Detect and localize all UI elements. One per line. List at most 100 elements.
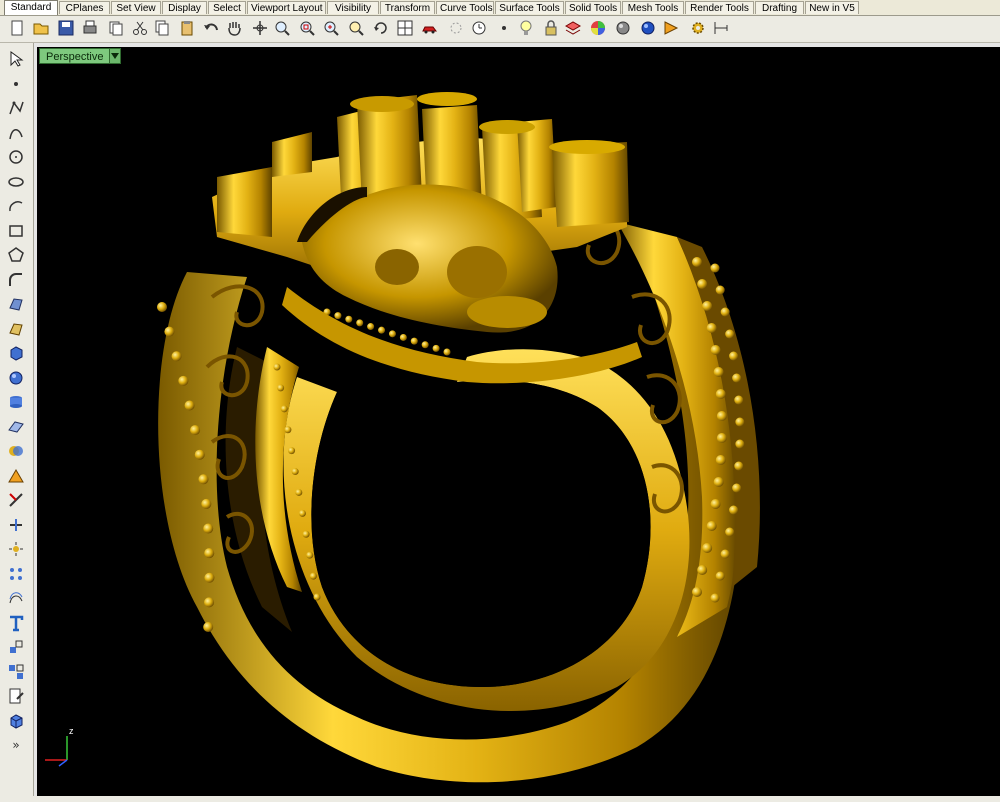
tab-viewport-layout[interactable]: Viewport Layout (247, 1, 326, 14)
trim-icon[interactable] (6, 490, 26, 510)
open-icon[interactable] (31, 18, 51, 38)
tab-curve-tools[interactable]: Curve Tools (436, 1, 494, 14)
curve-icon[interactable] (6, 123, 26, 143)
dimension-icon[interactable] (711, 18, 731, 38)
car-icon[interactable] (420, 18, 440, 38)
hide-icon[interactable] (446, 18, 466, 38)
surface-edit-icon[interactable] (6, 319, 26, 339)
tab-transform[interactable]: Transform (380, 1, 435, 14)
offset-icon[interactable] (6, 588, 26, 608)
tab-visibility[interactable]: Visibility (327, 1, 379, 14)
bead (692, 587, 702, 597)
tab-display[interactable]: Display (162, 1, 207, 14)
box-icon[interactable] (6, 343, 26, 363)
tab-new-in-v5[interactable]: New in V5 (805, 1, 859, 14)
plane-surface-icon[interactable] (6, 417, 26, 437)
bead (713, 367, 724, 377)
pan-hand-icon[interactable] (224, 18, 244, 38)
polygon-icon[interactable] (6, 245, 26, 265)
gear-icon[interactable] (688, 18, 708, 38)
more-icon[interactable]: » (6, 735, 26, 755)
zoom-icon[interactable] (272, 18, 292, 38)
clock-icon[interactable] (469, 18, 489, 38)
move-view-icon[interactable] (250, 18, 270, 38)
rectangle-icon[interactable] (6, 221, 26, 241)
zoom-extents-icon[interactable] (321, 18, 341, 38)
array-icon[interactable] (6, 564, 26, 584)
bead (273, 363, 281, 371)
zoom-selected-icon[interactable] (346, 18, 366, 38)
bead (190, 425, 201, 436)
ring-model[interactable] (37, 47, 1000, 796)
split-icon[interactable] (6, 515, 26, 535)
tab-set-view[interactable]: Set View (111, 1, 161, 14)
bead (184, 400, 195, 411)
bead (725, 329, 735, 339)
four-viewports-icon[interactable] (395, 18, 415, 38)
analysis-icon[interactable] (661, 18, 681, 38)
block-icon[interactable] (6, 711, 26, 731)
tab-render-tools[interactable]: Render Tools (685, 1, 754, 14)
save-icon[interactable] (56, 18, 76, 38)
standard-toolbar (0, 16, 1000, 43)
tab-select[interactable]: Select (208, 1, 246, 14)
properties-icon[interactable] (6, 686, 26, 706)
fillet-icon[interactable] (6, 270, 26, 290)
snap-icon[interactable] (6, 466, 26, 486)
surface-icon[interactable] (6, 294, 26, 314)
sphere-blue-icon[interactable] (638, 18, 658, 38)
explode-icon[interactable] (6, 539, 26, 559)
viewport-title[interactable]: Perspective (39, 48, 122, 64)
copy-file-icon[interactable] (106, 18, 126, 38)
bead (710, 499, 721, 509)
select-arrow-icon[interactable] (6, 49, 26, 69)
bead (734, 395, 744, 405)
undo-icon[interactable] (201, 18, 221, 38)
ellipse-icon[interactable] (6, 172, 26, 192)
bead (399, 333, 407, 341)
viewport-menu-chevron-icon[interactable] (110, 48, 122, 64)
polyline-icon[interactable] (6, 98, 26, 118)
bead (715, 455, 726, 465)
group-icon[interactable] (6, 662, 26, 682)
circle-icon[interactable] (6, 147, 26, 167)
cut-icon[interactable] (130, 18, 150, 38)
sphere-render-icon[interactable] (613, 18, 633, 38)
bead (204, 572, 215, 583)
axis-z-label: z (69, 726, 74, 736)
perspective-viewport[interactable]: Perspective z (37, 47, 1000, 796)
bead (710, 345, 721, 355)
viewport-title-label[interactable]: Perspective (39, 48, 111, 64)
tab-mesh-tools[interactable]: Mesh Tools (622, 1, 684, 14)
layer-icon[interactable] (563, 18, 583, 38)
bead (702, 543, 713, 553)
tab-drafting[interactable]: Drafting (755, 1, 804, 14)
tab-surface-tools[interactable]: Surface Tools (495, 1, 564, 14)
zoom-window-icon[interactable] (297, 18, 317, 38)
arc-icon[interactable] (6, 196, 26, 216)
bead (410, 337, 418, 345)
point-icon[interactable] (494, 18, 514, 38)
print-icon[interactable] (80, 18, 100, 38)
bead (204, 597, 215, 608)
tab-standard[interactable]: Standard (4, 0, 58, 15)
boolean-icon[interactable] (6, 441, 26, 461)
copy-icon[interactable] (152, 18, 172, 38)
lightbulb-icon[interactable] (516, 18, 536, 38)
sphere-icon[interactable] (6, 368, 26, 388)
point-icon[interactable] (6, 74, 26, 94)
text-icon[interactable] (6, 613, 26, 633)
tab-cplanes[interactable]: CPlanes (59, 1, 110, 14)
new-icon[interactable] (7, 18, 27, 38)
bead (201, 498, 212, 509)
color-wheel-icon[interactable] (588, 18, 608, 38)
transform-icon[interactable] (6, 637, 26, 657)
rotate-view-icon[interactable] (371, 18, 391, 38)
tab-solid-tools[interactable]: Solid Tools (565, 1, 621, 14)
paste-icon[interactable] (177, 18, 197, 38)
lock-icon[interactable] (541, 18, 561, 38)
bead (421, 341, 429, 349)
bead (713, 477, 724, 487)
extrude-icon[interactable] (6, 392, 26, 412)
bead (356, 319, 364, 327)
